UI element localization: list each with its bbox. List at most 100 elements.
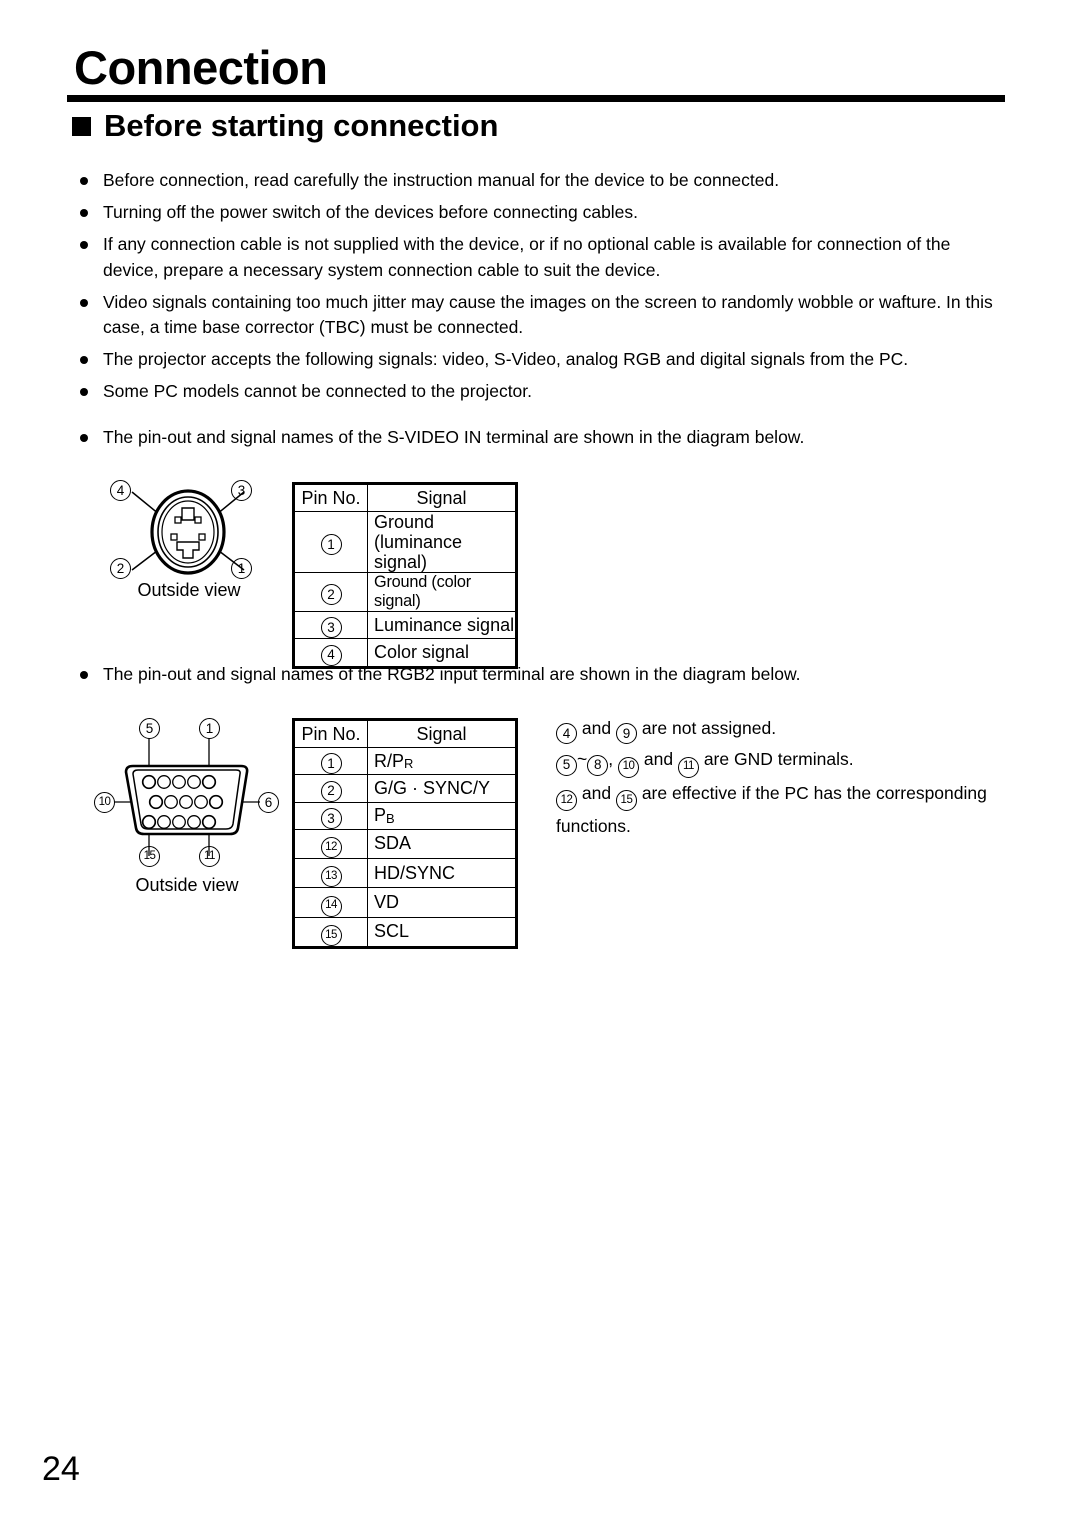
rgb2-notes: 4 and 9 are not assigned. 5 ~8, 10 and 11… (556, 713, 1026, 842)
pin-number-badge: 8 (587, 754, 609, 776)
list-item: Before connection, read carefully the in… (76, 168, 1006, 194)
pin-number-badge: 14 (320, 895, 342, 917)
table-header-row: Pin No. Signal (293, 719, 517, 748)
signal-main: HD/SYNC (374, 862, 456, 883)
signal-main: SDA (374, 833, 412, 854)
cell-signal: Luminance signal (367, 610, 517, 640)
rgb2-note-line-4: functions. (556, 815, 631, 836)
cell-pin-no: 2 (293, 572, 368, 612)
svideo-pin-label-1: 1 (231, 558, 252, 579)
rgb2-pin-label-5: 5 (139, 718, 160, 739)
pin-number-badge: 1 (320, 753, 342, 775)
pin-number-badge: 10 (617, 756, 639, 778)
pin-number-badge: 15 (320, 924, 342, 946)
signal-main: P (374, 805, 387, 826)
rgb2-pin-label-1: 1 (199, 718, 220, 739)
cell-signal: SDA (367, 828, 517, 860)
rgb2-intro-text: The pin-out and signal names of the RGB2… (76, 662, 1003, 688)
cell-pin-no: 13 (293, 857, 368, 889)
svideo-pin-label-2: 2 (110, 558, 131, 579)
pin-number-badge: 4 (556, 723, 577, 745)
pin-number-badge: 3 (320, 617, 342, 639)
signal-text-line2: (luminance signal) (374, 532, 463, 572)
header-divider (67, 95, 1005, 102)
list-item: Turning off the power switch of the devi… (76, 200, 1006, 226)
square-bullet-icon (72, 117, 91, 136)
svideo-intro-text: The pin-out and signal names of the S-VI… (76, 425, 1003, 451)
list-item: If any connection cable is not supplied … (76, 232, 1006, 283)
page-number: 24 (42, 1450, 80, 1488)
rgb2-pin-label-10: 10 (94, 792, 115, 813)
cell-signal: R/PR (367, 746, 517, 776)
document-page: Connection Before starting connection Be… (0, 0, 1080, 1526)
cell-pin-no: 2 (293, 774, 368, 803)
cell-pin-no: 3 (293, 610, 368, 640)
note-tail: are GND terminals. (703, 749, 854, 770)
signal-main: R/P (374, 750, 405, 771)
list-item: Video signals containing too much jitter… (76, 290, 1006, 341)
pin-number-badge: 11 (677, 756, 699, 778)
pin-number-badge: 12 (556, 789, 577, 811)
pin-number-badge: 5 (556, 754, 577, 776)
cell-pin-no: 1 (293, 511, 368, 573)
section-heading-label: Before starting connection (104, 108, 499, 143)
note-tail: are effective if the PC has the correspo… (641, 782, 987, 803)
rgb2-pin-table: Pin No. Signal 1 R/PR 2 G/G · SYNC/Y 3 P… (292, 718, 518, 949)
rgb2-pin-label-11: 11 (199, 846, 220, 867)
rgb2-pin-label-6: 6 (258, 792, 279, 813)
rgb2-connector-diagram: 5 1 10 6 15 11 (92, 718, 282, 868)
signal-main: VD (374, 891, 400, 912)
signal-main: SCL (374, 921, 410, 942)
pin-number-badge: 3 (320, 807, 342, 829)
pin-number-badge: 15 (615, 789, 637, 811)
list-item: Some PC models cannot be connected to th… (76, 379, 1006, 405)
note-word-and: and (581, 782, 612, 803)
rgb2-connector-svg (114, 738, 260, 856)
signal-subscript: R (404, 756, 414, 772)
signal-main: G/G · SYNC/Y (374, 777, 491, 798)
table-row: 3 Luminance signal (293, 610, 517, 640)
note-comma: , (608, 749, 614, 770)
table-row: 14 VD (293, 887, 517, 918)
cell-signal: HD/SYNC (367, 857, 517, 889)
cell-pin-no: 12 (293, 828, 368, 860)
cell-signal: PB (367, 801, 517, 830)
cell-signal: VD (367, 887, 517, 918)
note-tilde: ~ (577, 749, 588, 770)
table-row: 15 SCL (293, 916, 517, 948)
pin-number-badge: 9 (615, 723, 637, 745)
svideo-outside-view-caption: Outside view (137, 580, 241, 600)
signal-text-line1: Ground (374, 512, 435, 532)
pin-number-badge: 12 (320, 837, 342, 858)
cell-signal: Ground (color signal) (367, 572, 517, 612)
rgb2-note-line-3: 12 and 15 are effective if the PC has th… (556, 778, 1026, 811)
svideo-pin-table: Pin No. Signal 1 Ground (luminance signa… (292, 482, 518, 669)
pin-number-badge: 2 (320, 780, 342, 802)
cell-signal: SCL (367, 916, 517, 948)
cell-pin-no: 1 (293, 746, 368, 776)
pin-number-badge: 13 (320, 866, 342, 888)
table-row: 1 R/PR (293, 746, 517, 776)
table-row: 2 G/G · SYNC/Y (293, 774, 517, 803)
column-header-signal: Signal (367, 483, 517, 512)
rgb2-outside-view-caption: Outside view (135, 875, 239, 895)
intro-bullet-list: Before connection, read carefully the in… (76, 168, 1006, 411)
column-header-signal: Signal (367, 719, 517, 748)
svideo-pin-label-3: 3 (231, 480, 252, 501)
pin-number-badge: 2 (320, 584, 342, 606)
cell-pin-no: 14 (293, 887, 368, 918)
column-header-pin-no: Pin No. (293, 483, 368, 512)
section-heading: Before starting connection (72, 110, 498, 141)
note-word-and: and (581, 718, 612, 738)
rgb2-pin-label-15: 15 (139, 846, 160, 867)
signal-subscript: B (386, 810, 395, 826)
svideo-pin-label-4: 4 (110, 480, 131, 501)
table-row: 13 HD/SYNC (293, 857, 517, 889)
column-header-pin-no: Pin No. (293, 719, 368, 748)
rgb2-note-line-1: 4 and 9 are not assigned. (556, 713, 1026, 745)
pin-number-badge: 1 (320, 534, 342, 556)
cell-signal: Ground (luminance signal) (367, 511, 517, 573)
cell-signal: G/G · SYNC/Y (367, 774, 517, 803)
page-title: Connection (74, 41, 328, 94)
table-header-row: Pin No. Signal (293, 483, 517, 512)
